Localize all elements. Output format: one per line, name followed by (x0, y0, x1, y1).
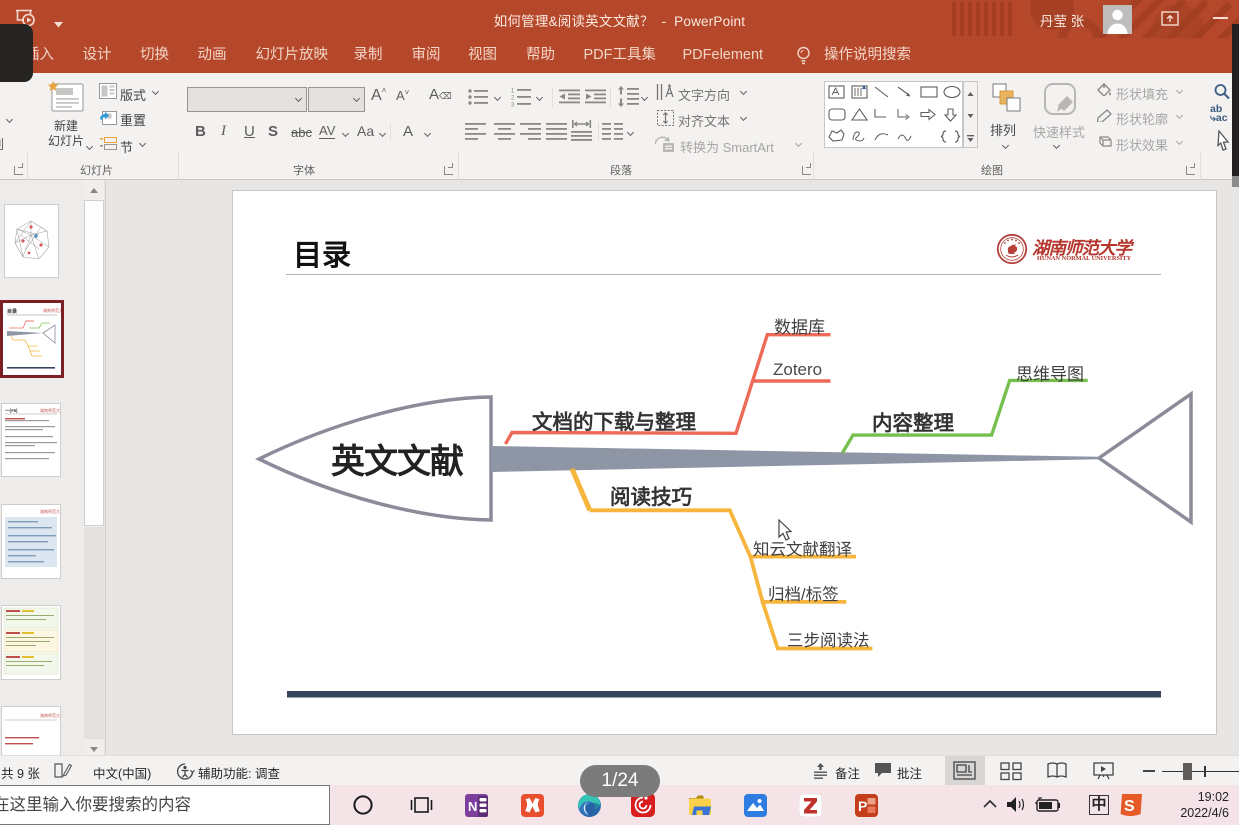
svg-text:1: 1 (511, 89, 515, 95)
svg-text:湖南师范大学: 湖南师范大学 (40, 712, 60, 718)
svg-text:湖南师范大学: 湖南师范大学 (40, 407, 60, 413)
svg-text:目录: 目录 (7, 308, 17, 315)
svg-text:N: N (468, 799, 477, 814)
svg-text:2: 2 (511, 96, 515, 102)
svg-text:P: P (858, 798, 867, 814)
svg-text:一(#6): 一(#6) (5, 408, 18, 413)
svg-text:湖南师范大学: 湖南师范大学 (40, 508, 60, 514)
svg-text:S: S (1124, 798, 1135, 815)
svg-text:湖南师范大学: 湖南师范大学 (43, 307, 61, 313)
svg-text:3: 3 (511, 103, 515, 108)
